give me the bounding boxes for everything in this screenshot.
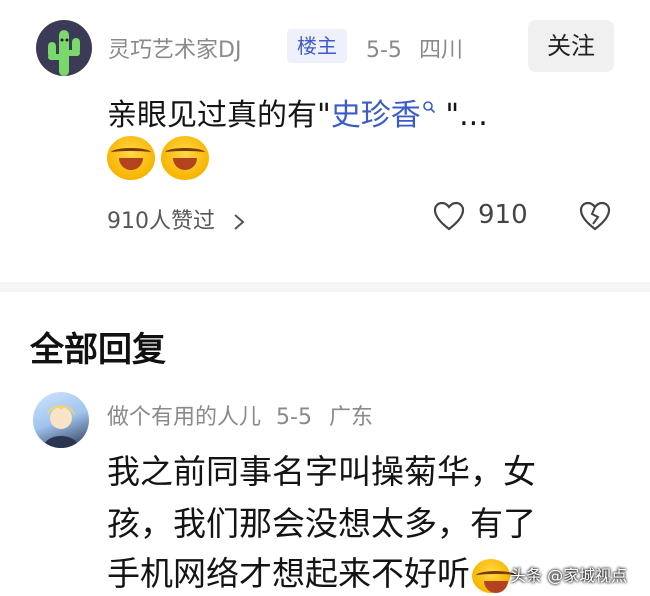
reply-author-name[interactable]: 做个有用的人儿	[107, 405, 261, 430]
comment-meta: 5-5 四川	[366, 32, 463, 64]
search-link[interactable]: 史珍香	[331, 98, 436, 133]
search-icon	[423, 101, 435, 114]
comment-location: 四川	[418, 38, 463, 63]
op-badge: 楼主	[287, 29, 347, 63]
reply-text-line: 孩，我们那会没想太多，有了	[107, 504, 536, 543]
comment-date: 5-5	[366, 38, 402, 63]
cactus-icon	[48, 30, 80, 76]
reply-author-avatar[interactable]	[33, 392, 89, 448]
author-avatar[interactable]	[36, 20, 92, 76]
emoji-row	[107, 136, 209, 180]
comment-text-suffix: "...	[435, 98, 488, 133]
reply-meta: 做个有用的人儿 5-5 广东	[107, 399, 373, 431]
heart-icon[interactable]	[432, 200, 466, 234]
comment-text: 亲眼见过真的有"史珍香 "...	[107, 90, 488, 134]
anime-avatar-icon	[43, 405, 79, 448]
comment-text-prefix: 亲眼见过真的有"	[107, 98, 331, 133]
reply-date: 5-5	[276, 405, 312, 430]
laughing-crying-emoji-icon	[161, 136, 209, 180]
likes-summary-link[interactable]: 910人赞过	[107, 203, 246, 235]
chevron-right-icon	[234, 214, 245, 230]
reply-text-line: 我之前同事名字叫操菊华，女	[107, 452, 536, 491]
search-link-text: 史珍香	[330, 98, 421, 133]
broken-heart-icon[interactable]	[578, 200, 612, 234]
likes-summary-text: 910人赞过	[107, 209, 215, 234]
section-divider	[0, 282, 650, 292]
follow-button[interactable]: 关注	[528, 20, 614, 72]
laughing-crying-emoji-icon	[107, 136, 155, 180]
reply-location: 广东	[328, 405, 373, 430]
laughing-crying-emoji-icon	[472, 558, 516, 593]
all-replies-title: 全部回复	[30, 330, 166, 370]
toutiao-watermark: 头条 @家城视点	[510, 566, 628, 585]
comment-author-name[interactable]: 灵巧艺术家DJ	[108, 32, 241, 64]
reply-text-last-line: 手机网络才想起来不好听	[107, 547, 516, 595]
reply-text-line: 手机网络才想起来不好听	[107, 554, 470, 593]
like-count: 910	[478, 200, 528, 230]
